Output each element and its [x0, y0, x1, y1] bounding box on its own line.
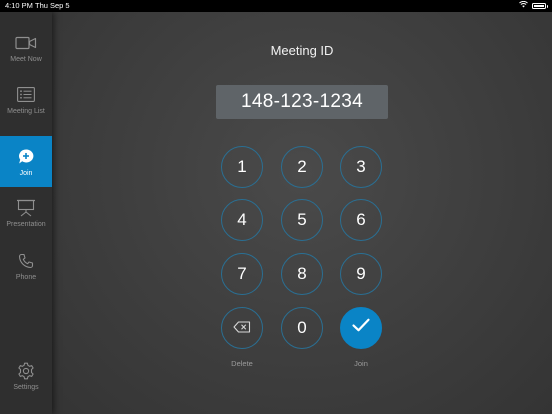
keypad-key-5[interactable]: 5	[281, 199, 323, 241]
sidebar-item-label: Phone	[15, 273, 37, 281]
backspace-icon	[233, 308, 251, 348]
sidebar-item-label: Presentation	[6, 220, 46, 228]
phone-icon	[18, 251, 34, 271]
list-icon	[17, 85, 35, 105]
status-bar: 4:10 PM Thu Sep 5	[0, 0, 552, 12]
gear-icon	[17, 361, 35, 381]
delete-button[interactable]	[221, 307, 263, 349]
sidebar-item-label: Meeting List	[7, 107, 45, 115]
checkmark-icon	[351, 308, 371, 348]
status-time: 4:10 PM	[5, 1, 33, 10]
keypad-key-3[interactable]: 3	[340, 146, 382, 188]
video-camera-icon	[15, 33, 37, 53]
sidebar-item-meet-now[interactable]: Meet Now	[0, 22, 52, 73]
keypad-key-7[interactable]: 7	[221, 253, 263, 295]
keypad-key-1[interactable]: 1	[221, 146, 263, 188]
sidebar-item-label: Settings	[13, 383, 39, 391]
keypad-key-8[interactable]: 8	[281, 253, 323, 295]
delete-label: Delete	[231, 359, 253, 368]
sidebar-item-phone[interactable]: Phone	[0, 240, 52, 291]
projector-screen-icon	[16, 198, 36, 218]
status-date: Thu Sep 5	[35, 1, 70, 10]
page-title: Meeting ID	[270, 43, 334, 58]
join-panel: Meeting ID 148-123-1234 1 2 3 4 5 6 7 8 …	[52, 12, 552, 414]
sidebar-item-label: Meet Now	[10, 55, 42, 63]
keypad-key-2[interactable]: 2	[281, 146, 323, 188]
sidebar: Meet Now Meeting List Join Presentation …	[0, 12, 52, 414]
keypad-key-6[interactable]: 6	[340, 199, 382, 241]
keypad-key-0[interactable]: 0	[281, 307, 323, 349]
join-button[interactable]	[340, 307, 382, 349]
battery-icon	[532, 3, 548, 9]
status-indicators	[519, 0, 548, 12]
keypad-key-9[interactable]: 9	[340, 253, 382, 295]
sidebar-item-join[interactable]: Join	[0, 136, 52, 187]
join-label: Join	[354, 359, 368, 368]
keypad-key-4[interactable]: 4	[221, 199, 263, 241]
sidebar-item-meeting-list[interactable]: Meeting List	[0, 74, 52, 125]
sidebar-item-settings[interactable]: Settings	[0, 350, 52, 401]
chat-plus-icon	[17, 147, 35, 167]
sidebar-item-presentation[interactable]: Presentation	[0, 187, 52, 238]
sidebar-item-label: Join	[19, 169, 33, 177]
wifi-icon	[519, 0, 528, 12]
meeting-id-field[interactable]: 148-123-1234	[216, 85, 388, 119]
